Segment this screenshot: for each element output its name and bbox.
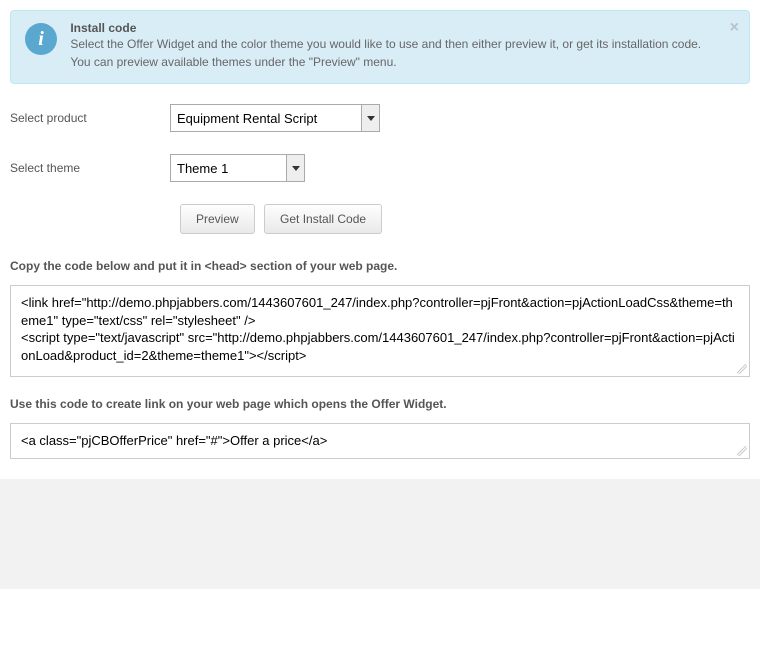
product-select[interactable]: Equipment Rental Script	[170, 104, 380, 132]
theme-select[interactable]: Theme 1	[170, 154, 305, 182]
info-text: Select the Offer Widget and the color th…	[70, 35, 720, 71]
product-select-wrap: Equipment Rental Script	[170, 104, 380, 132]
preview-button[interactable]: Preview	[180, 204, 255, 234]
info-title: Install code	[70, 21, 720, 35]
get-install-code-button[interactable]: Get Install Code	[264, 204, 382, 234]
theme-select-wrap: Theme 1	[170, 154, 305, 182]
link-code-label: Use this code to create link on your web…	[10, 397, 750, 411]
link-code-box[interactable]: <a class="pjCBOfferPrice" href="#">Offer…	[10, 423, 750, 459]
info-alert: × i Install code Select the Offer Widget…	[10, 10, 750, 84]
info-icon: i	[25, 23, 57, 55]
theme-label: Select theme	[10, 161, 170, 175]
head-code-label: Copy the code below and put it in <head>…	[10, 259, 750, 273]
head-code-box[interactable]: <link href="http://demo.phpjabbers.com/1…	[10, 285, 750, 377]
footer-space	[0, 479, 760, 589]
product-label: Select product	[10, 111, 170, 125]
close-icon[interactable]: ×	[730, 19, 739, 37]
form-area: Select product Equipment Rental Script S…	[0, 94, 760, 234]
